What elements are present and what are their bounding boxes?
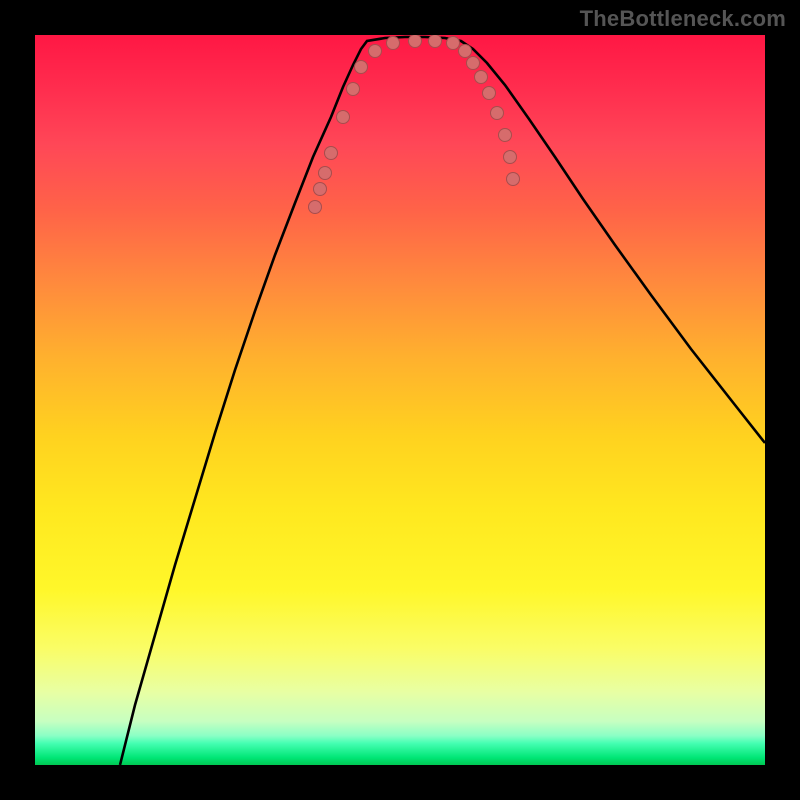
marker-dot — [503, 150, 517, 164]
marker-dot — [498, 128, 512, 142]
curve-svg — [35, 35, 765, 765]
marker-dot — [490, 106, 504, 120]
marker-dot — [368, 44, 382, 58]
marker-dot — [318, 166, 332, 180]
watermark-text: TheBottleneck.com — [580, 6, 786, 32]
marker-dot — [336, 110, 350, 124]
plot-area — [35, 35, 765, 765]
marker-dot — [506, 172, 520, 186]
marker-dot — [324, 146, 338, 160]
chart-frame: TheBottleneck.com — [0, 0, 800, 800]
marker-dot — [466, 56, 480, 70]
marker-dot — [313, 182, 327, 196]
marker-dot — [474, 70, 488, 84]
marker-dot — [308, 200, 322, 214]
marker-dot — [346, 82, 360, 96]
marker-dot — [354, 60, 368, 74]
marker-dot — [386, 36, 400, 50]
marker-dot — [482, 86, 496, 100]
bottleneck-curve — [120, 37, 765, 765]
